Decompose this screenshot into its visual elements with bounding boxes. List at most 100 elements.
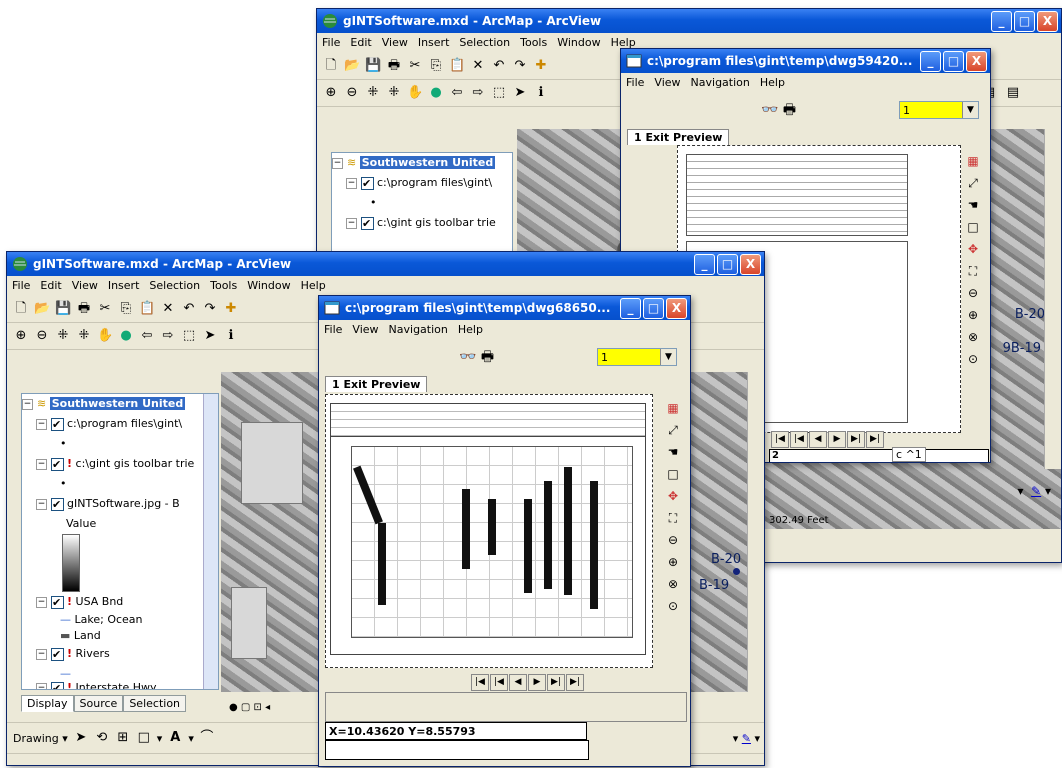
zoom-search-icon[interactable]: ⊙ bbox=[965, 351, 981, 367]
fit-page-icon[interactable]: ▦ bbox=[965, 153, 981, 169]
pan-icon[interactable]: ⤢ bbox=[665, 422, 681, 438]
collapse-icon[interactable]: − bbox=[346, 177, 357, 189]
collapse-icon[interactable]: − bbox=[332, 157, 343, 169]
menu-selection[interactable]: Selection bbox=[454, 36, 515, 49]
menu-insert[interactable]: Insert bbox=[413, 36, 455, 49]
zoom-extent-icon[interactable]: ⛶ bbox=[965, 263, 981, 279]
collapse-icon[interactable]: − bbox=[36, 498, 47, 510]
layer-checkbox[interactable] bbox=[51, 593, 64, 613]
back-page-select[interactable]: 1 ▼ bbox=[899, 101, 979, 119]
redo-icon[interactable]: ↷ bbox=[202, 301, 218, 317]
layer-checkbox[interactable] bbox=[51, 495, 64, 515]
select-elements-icon[interactable]: ➤ bbox=[512, 85, 528, 101]
collapse-icon[interactable]: − bbox=[36, 596, 47, 608]
close-button[interactable]: X bbox=[666, 298, 687, 319]
maximize-button[interactable]: □ bbox=[943, 51, 964, 72]
forward-extent-icon[interactable]: ⇨ bbox=[160, 328, 176, 344]
minimize-button[interactable]: _ bbox=[694, 254, 715, 275]
printer-icon[interactable]: 🖶 bbox=[481, 349, 494, 365]
close-button[interactable]: X bbox=[966, 51, 987, 72]
menu-file[interactable]: File bbox=[621, 76, 649, 89]
back-extent-icon[interactable]: ⇦ bbox=[139, 328, 155, 344]
add-data-icon[interactable]: ✚ bbox=[533, 58, 549, 74]
fit-page-icon[interactable]: ▦ bbox=[665, 400, 681, 416]
front-page-select[interactable]: 1 ▼ bbox=[597, 348, 677, 366]
line-color-icon[interactable]: ▾ ✎ ▾ bbox=[733, 732, 760, 745]
minimize-button[interactable]: _ bbox=[920, 51, 941, 72]
menu-insert[interactable]: Insert bbox=[103, 279, 145, 292]
exit-preview-tab[interactable]: 1 Exit Preview bbox=[325, 376, 428, 392]
zoom-out-icon[interactable]: ⊖ bbox=[965, 285, 981, 301]
layer-checkbox[interactable] bbox=[51, 455, 64, 475]
zoom-extent-icon[interactable]: ⛶ bbox=[665, 510, 681, 526]
menu-tools[interactable]: Tools bbox=[515, 36, 552, 49]
menu-view[interactable]: View bbox=[347, 323, 383, 336]
save-icon[interactable]: 💾 bbox=[55, 301, 71, 317]
back-arcmap-titlebar[interactable]: gINTSoftware.mxd - ArcMap - ArcView _ □ X bbox=[317, 9, 1061, 33]
toc-layer[interactable]: − c:\gint gis toolbar trie bbox=[332, 213, 512, 234]
identify-icon[interactable]: ℹ bbox=[533, 85, 549, 101]
cut-icon[interactable]: ✂ bbox=[407, 58, 423, 74]
collapse-icon[interactable]: − bbox=[22, 398, 33, 410]
menu-edit[interactable]: Edit bbox=[345, 36, 376, 49]
full-extent-icon[interactable]: ● bbox=[428, 85, 444, 101]
drawing-menu[interactable]: Drawing ▾ bbox=[13, 732, 68, 745]
menu-window[interactable]: Window bbox=[552, 36, 605, 49]
paste-icon[interactable]: 📋 bbox=[139, 301, 155, 317]
collapse-icon[interactable]: − bbox=[36, 682, 47, 689]
print-icon[interactable]: 🖶 bbox=[76, 301, 92, 317]
identify-icon[interactable]: ℹ bbox=[223, 328, 239, 344]
menu-view[interactable]: View bbox=[67, 279, 103, 292]
fixed-zoom-in-icon[interactable]: ⁜ bbox=[365, 85, 381, 101]
select-features-icon[interactable]: ⬚ bbox=[491, 85, 507, 101]
redo-icon[interactable]: ↷ bbox=[512, 58, 528, 74]
zoom-in-icon[interactable]: ⊕ bbox=[965, 307, 981, 323]
menu-file[interactable]: File bbox=[7, 279, 35, 292]
cut-icon[interactable]: ✂ bbox=[97, 301, 113, 317]
maximize-button[interactable]: □ bbox=[643, 298, 664, 319]
menu-tools[interactable]: Tools bbox=[205, 279, 242, 292]
print-icon[interactable]: 🖶 bbox=[386, 58, 402, 74]
close-button[interactable]: X bbox=[740, 254, 761, 275]
line-color-icon[interactable]: ✎ bbox=[1031, 484, 1041, 498]
layer-checkbox[interactable] bbox=[51, 645, 64, 665]
menu-file[interactable]: File bbox=[317, 36, 345, 49]
zoom-window-icon[interactable]: □ bbox=[665, 466, 681, 482]
prev-set-button[interactable]: |◀ bbox=[490, 674, 508, 691]
copy-icon[interactable]: ⎘ bbox=[118, 301, 134, 317]
fixed-zoom-out-icon[interactable]: ⁜ bbox=[76, 328, 92, 344]
open-icon[interactable]: 📂 bbox=[344, 58, 360, 74]
exit-preview-tab[interactable]: 1 Exit Preview bbox=[627, 129, 730, 145]
collapse-icon[interactable]: − bbox=[346, 217, 357, 229]
next-set-button[interactable]: ▶| bbox=[847, 431, 865, 448]
save-icon[interactable]: 💾 bbox=[365, 58, 381, 74]
hand-icon[interactable]: ☚ bbox=[965, 197, 981, 213]
callout-icon[interactable]: ⌒ bbox=[199, 730, 215, 746]
delete-icon[interactable]: ✕ bbox=[470, 58, 486, 74]
menu-help[interactable]: Help bbox=[755, 76, 790, 89]
pan-icon[interactable]: ⤢ bbox=[965, 175, 981, 191]
toc-layer[interactable]: − c:\program files\gint\ bbox=[332, 173, 512, 194]
first-page-button[interactable]: |◀ bbox=[471, 674, 489, 691]
tab-display[interactable]: Display bbox=[21, 695, 74, 712]
next-page-button[interactable]: ▶ bbox=[528, 674, 546, 691]
zoom-out-icon[interactable]: ⊖ bbox=[665, 532, 681, 548]
hand-icon[interactable]: ☚ bbox=[665, 444, 681, 460]
move-icon[interactable]: ✥ bbox=[965, 241, 981, 257]
delete-icon[interactable]: ✕ bbox=[160, 301, 176, 317]
undo-icon[interactable]: ↶ bbox=[181, 301, 197, 317]
front-preview-titlebar[interactable]: c:\program files\gint\temp\dwg68650... _… bbox=[319, 296, 690, 320]
new-icon[interactable]: 🗋 bbox=[13, 301, 29, 317]
fixed-zoom-out-icon[interactable]: ⁜ bbox=[386, 85, 402, 101]
menu-window[interactable]: Window bbox=[242, 279, 295, 292]
toc-layer[interactable]: −! Rivers bbox=[22, 644, 218, 665]
zoom-window-icon[interactable]: □ bbox=[965, 219, 981, 235]
menu-selection[interactable]: Selection bbox=[144, 279, 205, 292]
add-data-icon[interactable]: ✚ bbox=[223, 301, 239, 317]
front-arcmap-titlebar[interactable]: gINTSoftware.mxd - ArcMap - ArcView _ □ X bbox=[7, 252, 764, 276]
maximize-button[interactable]: □ bbox=[1014, 11, 1035, 32]
last-page-button[interactable]: ▶| bbox=[866, 431, 884, 448]
menu-help[interactable]: Help bbox=[296, 279, 331, 292]
maximize-button[interactable]: □ bbox=[717, 254, 738, 275]
zoom-minus-icon[interactable]: ⊗ bbox=[665, 576, 681, 592]
